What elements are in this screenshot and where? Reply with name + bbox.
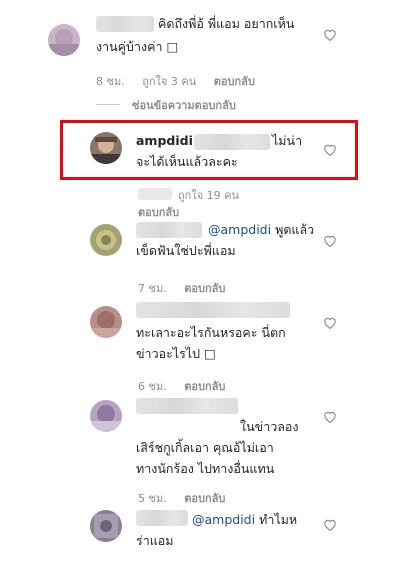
mention-link[interactable]: @ampdidi (208, 222, 271, 237)
reply-button[interactable]: ตอบกลับ (184, 282, 225, 295)
reply-button[interactable]: ตอบกลับ (184, 380, 225, 393)
comment-text: @ampdidi ทำไมห (192, 509, 297, 530)
comment-text: คิดถึงพี่อ้ พี่แอม อยากเห็น (158, 16, 295, 31)
reply-button[interactable]: ตอบกลับ (138, 203, 179, 221)
avatar[interactable] (90, 510, 122, 542)
comment-text: เข็ดฟันใช่ปะพี่แอม (136, 243, 236, 258)
username-blurred[interactable] (136, 398, 238, 414)
username-blurred[interactable] (136, 302, 290, 318)
comment-time: 5 ชม. (138, 492, 167, 505)
comment-text: ทางนักร้อง ไปทางอื่นแทน (136, 461, 275, 476)
comment-time: 6 ชม. (138, 380, 167, 393)
comment-text: ในข่าวลอง (240, 419, 299, 434)
replies-divider (96, 104, 120, 105)
hide-replies-button[interactable]: ซ่อนข้อความตอบกลับ (132, 96, 236, 114)
comment-text: งานคู่บ้างค่า □ (96, 39, 179, 54)
reply-button[interactable]: ตอบกลับ (214, 75, 255, 88)
username-blurred[interactable] (136, 222, 202, 238)
comment-text: เสิร์ชกูเกิ้ลเอา คุณอ้ไม่เอา (136, 440, 274, 455)
like-count[interactable]: ถูกใจ 19 คน (178, 186, 239, 204)
comment-text: @ampdidi พูดแล้ว (208, 219, 314, 240)
avatar[interactable] (90, 400, 122, 432)
comment-text-part: พูดแล้ว (275, 222, 315, 237)
reply-button[interactable]: ตอบกลับ (184, 492, 225, 505)
comment-time: 8 ชม. (96, 75, 125, 88)
heart-icon[interactable] (323, 518, 337, 531)
heart-icon[interactable] (323, 410, 337, 423)
comment-meta: 7 ชม. ตอบกลับ (138, 279, 239, 297)
mention-link[interactable]: @ampdidi (192, 512, 255, 527)
comment-meta: 6 ชม. ตอบกลับ (138, 377, 239, 395)
avatar[interactable] (90, 224, 122, 256)
heart-icon[interactable] (323, 234, 337, 247)
heart-icon[interactable] (323, 316, 337, 329)
comment-meta: 5 ชม. ตอบกลับ (138, 489, 239, 507)
avatar[interactable] (90, 306, 122, 338)
heart-icon[interactable] (323, 28, 337, 41)
like-count[interactable]: ถูกใจ 3 คน (142, 75, 196, 88)
avatar[interactable] (48, 24, 80, 56)
comment-text-part: ทำไมห (259, 512, 298, 527)
comment-meta: 8 ชม. ถูกใจ 3 คน ตอบกลับ (96, 72, 269, 90)
comment-time: 7 ชม. (138, 282, 167, 295)
username-blurred[interactable] (136, 510, 188, 526)
comment-text: ทะเลาะอะไรกันหรอคะ นี่ตก (136, 325, 286, 340)
time-blurred (138, 188, 172, 200)
comment-text: ร่าแอม (136, 533, 174, 548)
comment-text: ข่าวอะไรไป □ (136, 346, 216, 361)
username-blurred[interactable] (96, 16, 154, 32)
highlight-box (60, 120, 358, 180)
